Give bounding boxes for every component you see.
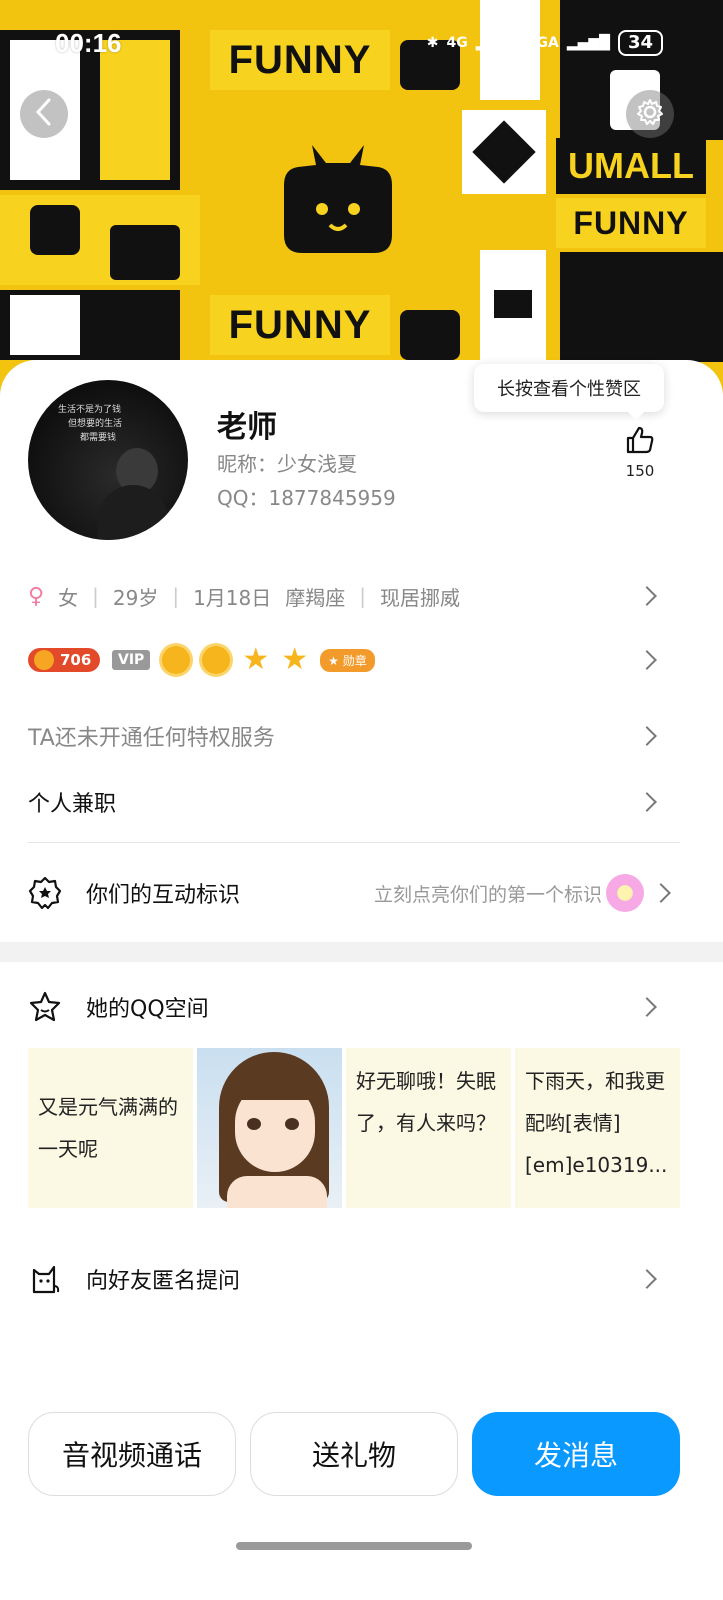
home-indicator[interactable] — [236, 1542, 472, 1550]
pattern-tile — [560, 252, 723, 362]
info-location: 现居挪威 — [380, 585, 461, 610]
interaction-hint: 立刻点亮你们的第一个标识 — [373, 883, 602, 906]
star-outline-icon — [28, 990, 62, 1024]
avatar[interactable]: 生活不是为了钱 但想要的生活 都需要钱 — [28, 380, 188, 540]
vip-badge: VIP — [112, 650, 151, 670]
parttime-row[interactable]: 个人兼职 — [28, 780, 688, 824]
qzone-row[interactable]: 她的QQ空间 — [28, 982, 688, 1032]
sun-level-icon — [162, 646, 191, 674]
coin-count: 706 — [60, 651, 92, 669]
qzone-post-text: 又是元气满满的一天呢 — [38, 1095, 178, 1161]
qzone-post-text: 下雨天，和我更配哟[表情][em]e10319... — [525, 1069, 668, 1177]
chevron-left-icon — [33, 97, 55, 131]
banner-funny-text: FUNNY — [556, 198, 706, 248]
badge-star-icon — [28, 876, 62, 910]
avatar-text: 但想要的生活 — [68, 419, 123, 429]
chevron-right-icon — [637, 1269, 657, 1289]
settings-button[interactable] — [626, 90, 674, 138]
qzone-post[interactable]: 好无聊哦！失眠了，有人来吗？ — [346, 1048, 511, 1208]
profile-qq-number[interactable]: QQ：1877845959 — [217, 482, 396, 511]
video-call-button[interactable]: 音视频通话 — [28, 1412, 236, 1496]
back-button[interactable] — [20, 90, 68, 138]
star-level-icon: ★ — [281, 642, 309, 677]
privilege-text: TA还未开通任何特权服务 — [28, 726, 275, 751]
chevron-right-icon — [637, 792, 657, 812]
avatar-text: 都需要钱 — [80, 433, 117, 443]
qzone-posts: 又是元气满满的一天呢 好无聊哦！失眠了，有人来吗？ 下雨天，和我更配哟[表情][… — [28, 1048, 680, 1208]
interaction-mark-row[interactable]: 你们的互动标识 立刻点亮你们的第一个标识 — [28, 868, 688, 918]
medal-label: 勋章 — [342, 653, 367, 668]
pattern-tile — [0, 290, 180, 360]
send-gift-button[interactable]: 送礼物 — [250, 1412, 458, 1496]
divider — [28, 842, 680, 843]
battery-level: 34 — [617, 30, 663, 56]
qzone-title: 她的QQ空间 — [86, 997, 209, 1022]
info-birthday: 1月18日 — [193, 585, 272, 610]
section-gap — [0, 942, 723, 962]
cat-icon — [28, 1262, 62, 1296]
qzone-post[interactable]: 又是元气满满的一天呢 — [28, 1048, 193, 1208]
pattern-tile — [0, 195, 200, 285]
star-level-icon: ★ — [242, 642, 270, 677]
info-zodiac: 摩羯座 — [285, 585, 346, 610]
profile-nickname: 昵称：少女浅夏 — [217, 452, 357, 476]
signal-icon: ▂▄▆█ — [566, 35, 610, 51]
banner-funny-text: FUNNY — [210, 30, 390, 90]
chevron-right-icon — [637, 586, 657, 606]
chevron-right-icon — [637, 997, 657, 1017]
medal-badge: ★ 勋章 — [320, 648, 375, 672]
anonymous-ask-title: 向好友匿名提问 — [86, 1269, 241, 1294]
status-icons: ✱ 4G ▂▄▆█ 5GA ▂▄▆█ 34 — [427, 30, 663, 56]
female-icon: ♀ — [28, 583, 45, 609]
mascot-icon — [282, 145, 394, 255]
interaction-title: 你们的互动标识 — [86, 883, 241, 908]
network-label: 4G — [446, 35, 468, 51]
gear-icon — [636, 98, 664, 130]
info-gender: 女 — [58, 585, 79, 610]
like-count: 150 — [625, 462, 655, 480]
coin-badge: 706 — [28, 648, 100, 672]
pattern-tile — [462, 110, 546, 194]
send-message-button[interactable]: 发消息 — [472, 1412, 680, 1496]
profile-name: 老师 — [217, 410, 277, 445]
anonymous-ask-row[interactable]: 向好友匿名提问 — [28, 1254, 688, 1304]
divider: | — [172, 584, 180, 608]
chevron-right-icon — [651, 883, 671, 903]
divider: | — [92, 584, 99, 608]
pattern-tile — [400, 310, 460, 360]
qzone-post-text: 好无聊哦！失眠了，有人来吗？ — [356, 1069, 496, 1135]
avatar-text: 生活不是为了钱 — [58, 405, 122, 415]
sun-level-icon — [202, 646, 231, 674]
privilege-row[interactable]: TA还未开通任何特权服务 — [28, 714, 688, 758]
level-badges-row[interactable]: 706 VIP ★ ★ ★ 勋章 — [28, 640, 688, 680]
coin-icon — [34, 650, 54, 670]
pattern-tile — [480, 250, 546, 360]
qzone-post-image[interactable] — [197, 1048, 342, 1208]
info-age: 29岁 — [112, 585, 159, 610]
chevron-right-icon — [637, 726, 657, 746]
status-time: 00:16 — [55, 28, 122, 58]
thumbs-up-icon — [624, 426, 656, 460]
flower-icon — [606, 874, 644, 912]
network-label: 5GA — [526, 35, 559, 51]
like-button[interactable]: 150 — [618, 424, 662, 480]
signal-icon: ▂▄▆█ — [475, 35, 519, 51]
chevron-right-icon — [637, 650, 657, 670]
like-tooltip: 长按查看个性赞区 — [474, 364, 664, 420]
bluetooth-icon: ✱ — [426, 35, 439, 51]
parttime-text: 个人兼职 — [28, 792, 117, 817]
banner-funny-text: FUNNY — [210, 295, 390, 355]
basic-info-row[interactable]: ♀ 女 | 29岁 | 1月18日 摩羯座 | 现居挪威 — [28, 576, 688, 616]
divider: | — [359, 584, 367, 608]
qzone-post[interactable]: 下雨天，和我更配哟[表情][em]e10319... — [515, 1048, 680, 1208]
profile-cover-banner[interactable]: FUNNY FUNNY UMALL FUNNY 00:16 ✱ 4G ▂▄▆█ … — [0, 0, 723, 400]
banner-umall-text: UMALL — [556, 138, 706, 194]
